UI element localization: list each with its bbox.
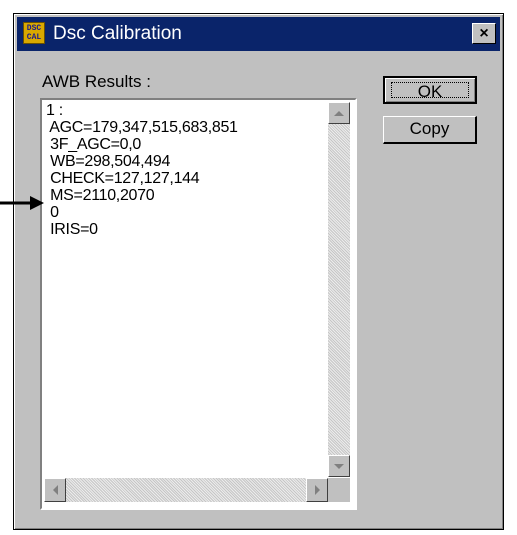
scroll-right-button[interactable]: [306, 478, 328, 502]
dsc-calibration-dialog: DSC CAL Dsc Calibration × AWB Results : 1…: [13, 13, 504, 530]
close-button[interactable]: ×: [472, 23, 496, 44]
pointer-arrow-icon: [0, 196, 44, 210]
vertical-scrollbar[interactable]: [328, 102, 350, 477]
arrow-right-icon: [314, 485, 320, 495]
ok-focus-rect: OK: [391, 82, 469, 100]
close-icon: ×: [479, 25, 489, 42]
horizontal-scrollbar[interactable]: [44, 478, 328, 502]
scroll-up-button[interactable]: [328, 102, 350, 124]
awb-results-content: 1 : AGC=179,347,515,683,851 3F_AGC=0,0 W…: [46, 102, 238, 238]
scrollbar-corner: [328, 478, 350, 502]
arrow-up-icon: [334, 110, 344, 116]
scroll-left-button[interactable]: [44, 478, 66, 502]
copy-button[interactable]: Copy: [383, 116, 477, 144]
awb-results-label: AWB Results :: [42, 72, 151, 91]
scroll-down-button[interactable]: [328, 455, 350, 477]
arrow-left-icon: [52, 485, 58, 495]
dsc-cal-app-icon: DSC CAL: [23, 22, 45, 44]
title-bar[interactable]: DSC CAL Dsc Calibration ×: [17, 17, 500, 51]
ok-button[interactable]: OK: [383, 76, 477, 104]
awb-results-textbox[interactable]: 1 : AGC=179,347,515,683,851 3F_AGC=0,0 W…: [40, 98, 357, 510]
arrow-down-icon: [334, 463, 344, 469]
window-title: Dsc Calibration: [53, 23, 182, 44]
